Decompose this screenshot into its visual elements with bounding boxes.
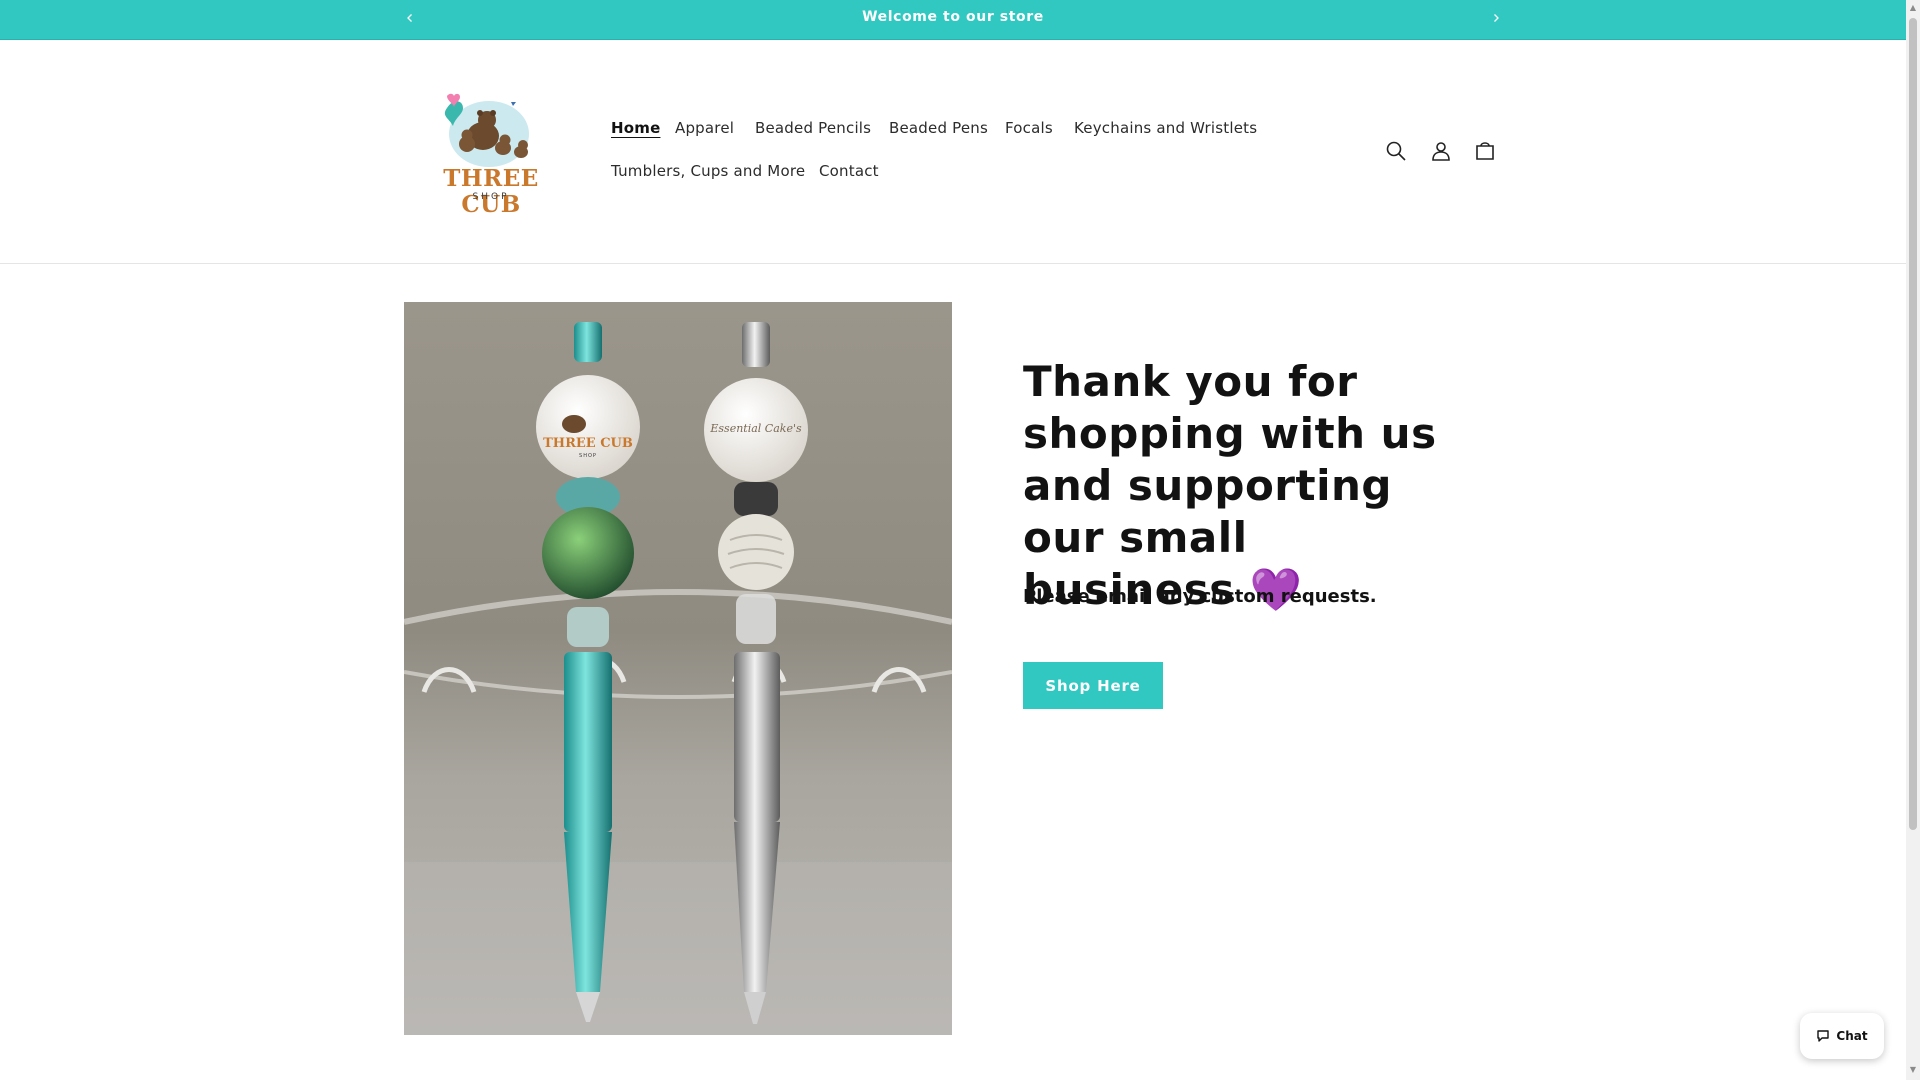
cart-icon (1476, 142, 1494, 160)
nav-beaded-pencils[interactable]: Beaded Pencils (755, 119, 871, 137)
search-button[interactable] (1381, 136, 1411, 166)
chat-button[interactable]: Chat (1800, 1013, 1884, 1059)
left-focal-subtext: SHOP (579, 453, 597, 459)
nav-contact[interactable]: Contact (819, 162, 879, 180)
page-scrollbar[interactable]: ▲ ▼ (1906, 0, 1920, 1080)
bear-family-logo-icon (444, 93, 529, 167)
hero-image: THREE CUB SHOP Essential Cake's (404, 302, 952, 1035)
nav-focals[interactable]: Focals (1005, 119, 1053, 137)
hero-subtitle: Please email any custom requests. (1023, 586, 1377, 607)
search-icon (1386, 141, 1406, 161)
nav-home[interactable]: Home (611, 119, 660, 137)
nav-tumblers-cups[interactable]: Tumblers, Cups and More (611, 162, 805, 180)
announcement-next-button[interactable] (1485, 7, 1507, 29)
nav-keychains-wristlets[interactable]: Keychains and Wristlets (1074, 119, 1257, 137)
store-logo[interactable]: THREE CUB SHOP (427, 90, 555, 218)
shop-here-button[interactable]: Shop Here (1023, 662, 1163, 709)
account-button[interactable] (1426, 136, 1456, 166)
logo-subtitle: SHOP (472, 192, 510, 202)
announcement-bar: Welcome to our store (0, 0, 1906, 40)
chat-label: Chat (1836, 1029, 1868, 1043)
scrollbar-thumb[interactable] (1909, 18, 1917, 830)
beaded-pens-image: THREE CUB SHOP Essential Cake's (404, 322, 952, 1035)
scroll-down-arrow-icon[interactable]: ▼ (1909, 1066, 1917, 1074)
cart-button[interactable] (1470, 136, 1500, 166)
hero-title: Thank you for shopping with us and suppo… (1023, 357, 1437, 614)
left-focal-text: THREE CUB (543, 436, 633, 451)
right-focal-text: Essential Cake's (709, 422, 802, 435)
chevron-right-icon (1494, 14, 1499, 22)
account-icon (1432, 142, 1450, 161)
chat-bubble-icon (1817, 1030, 1830, 1042)
announcement-text: Welcome to our store (862, 9, 1044, 25)
site-header: THREE CUB SHOP Home Apparel Beaded Penci… (0, 40, 1906, 264)
nav-apparel[interactable]: Apparel (675, 119, 734, 137)
nav-beaded-pens[interactable]: Beaded Pens (889, 119, 988, 137)
scroll-up-arrow-icon[interactable]: ▲ (1909, 4, 1917, 12)
